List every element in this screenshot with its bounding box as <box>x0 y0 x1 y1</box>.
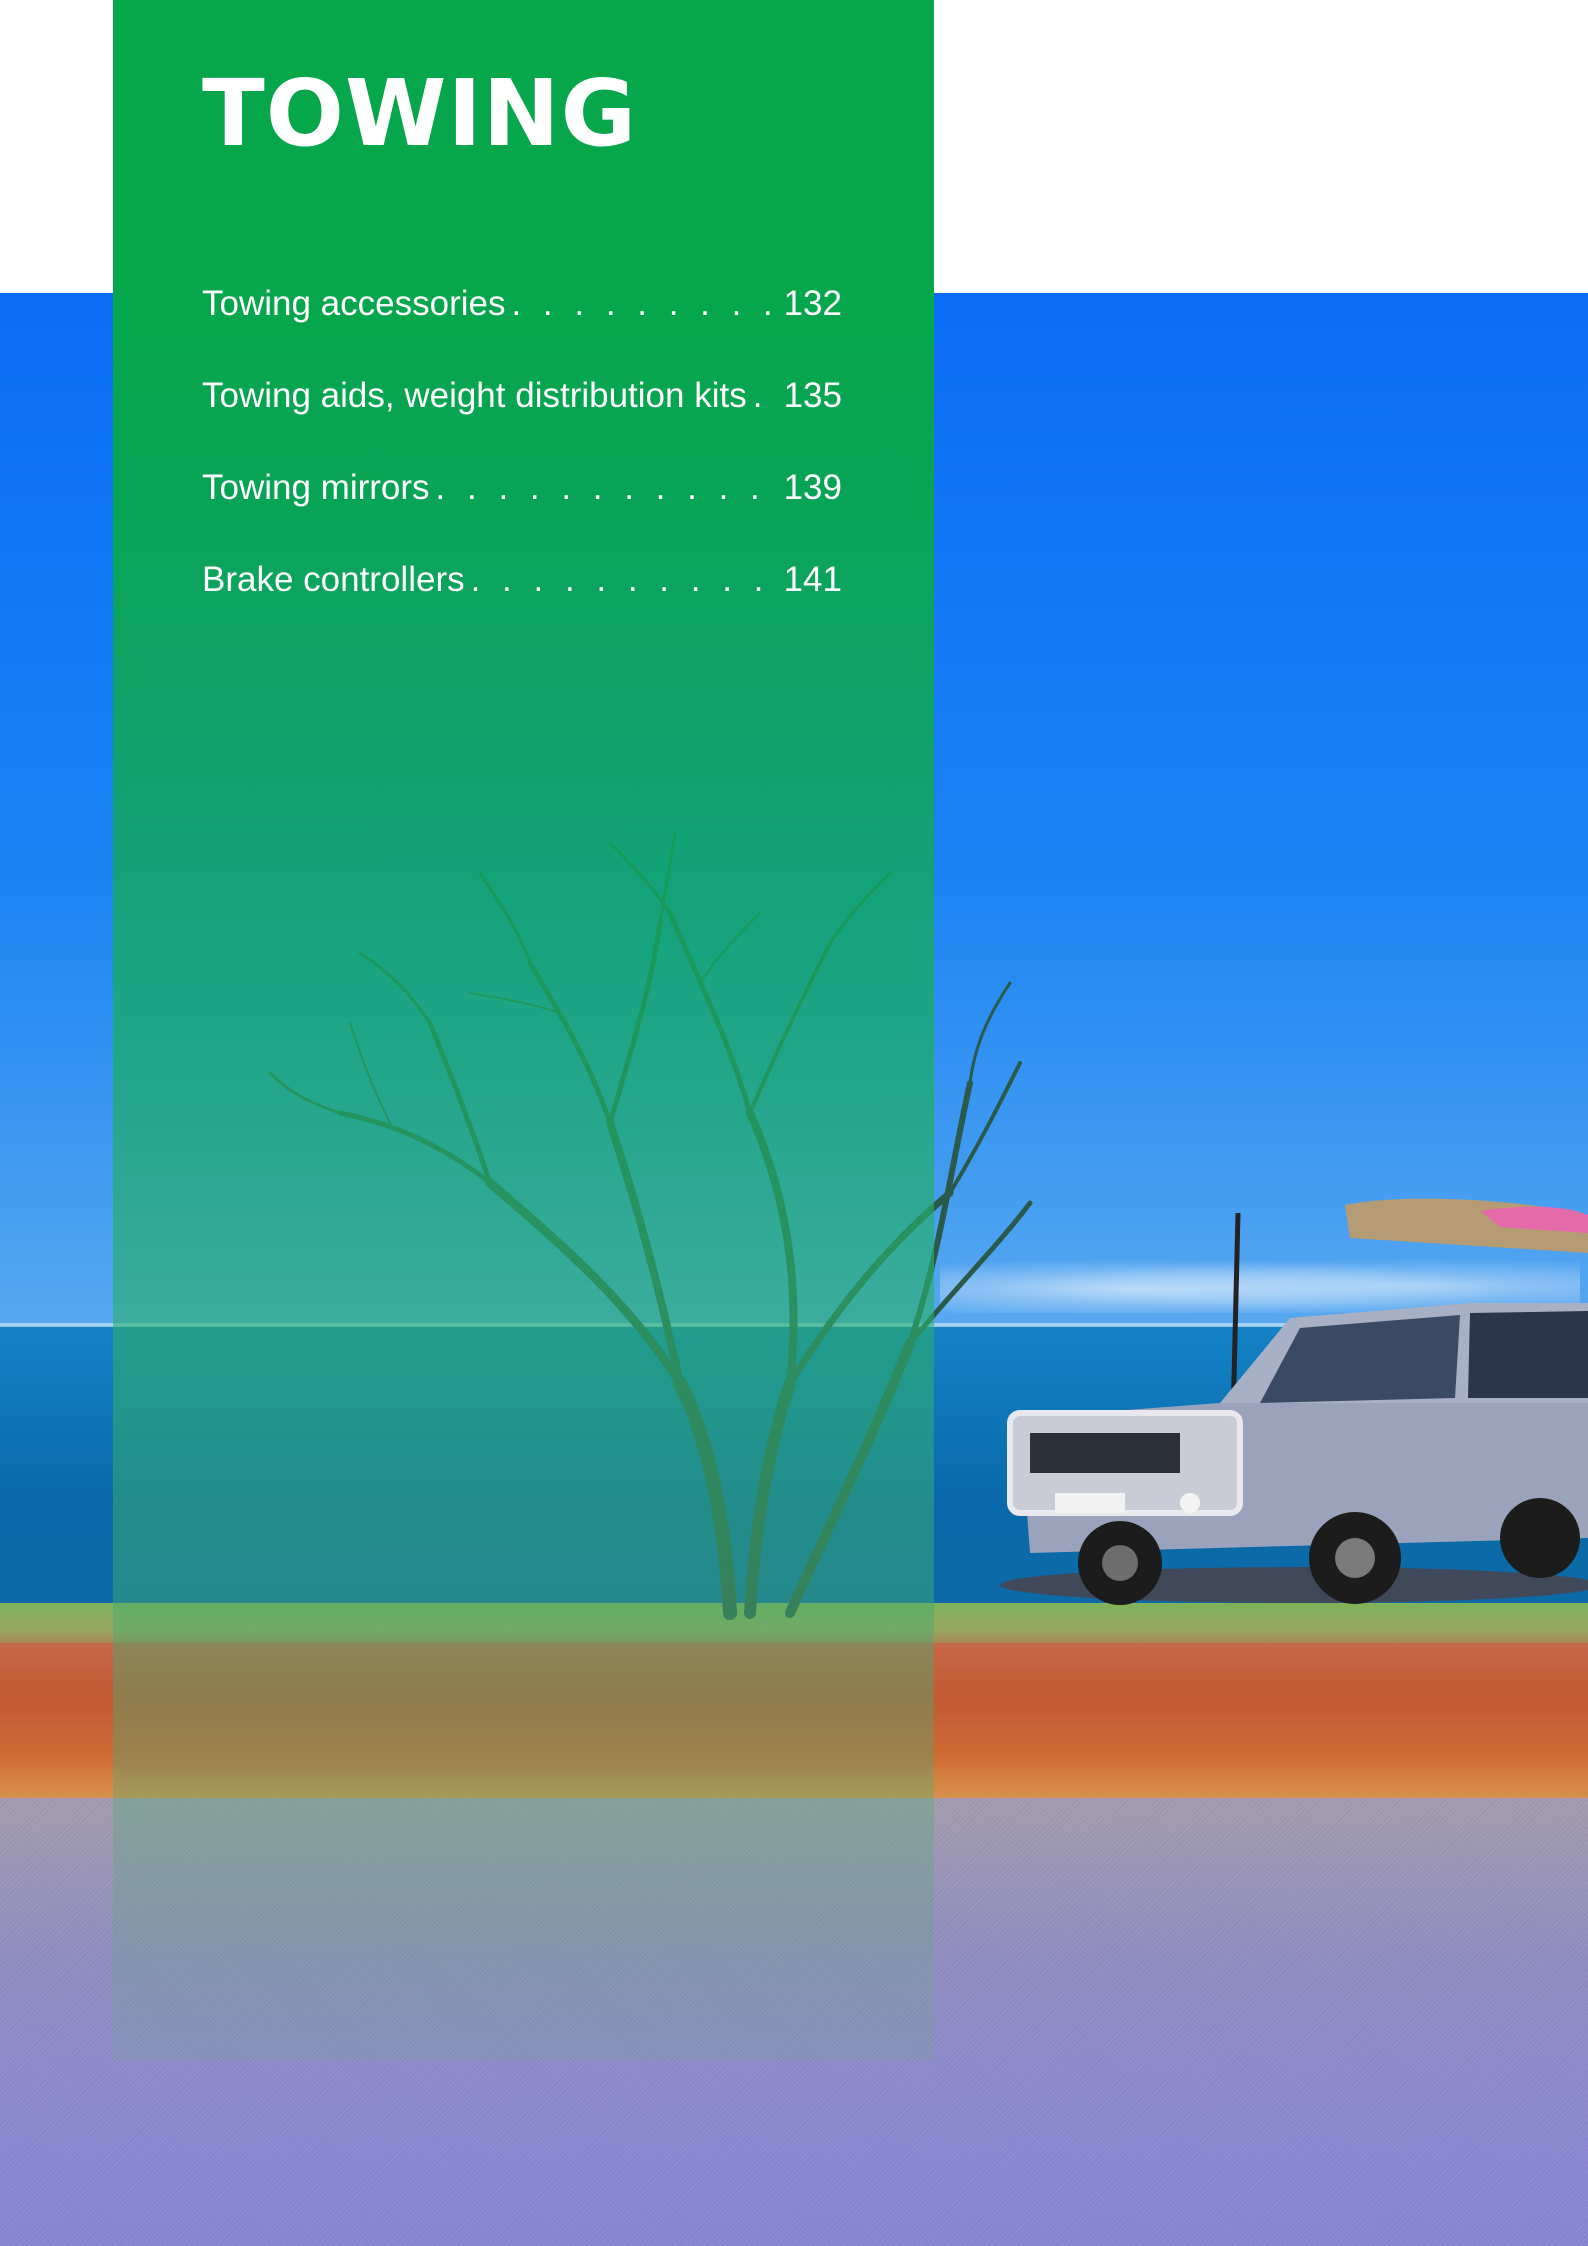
toc-item-label: Brake controllers <box>202 560 465 599</box>
section-title: TOWING <box>202 60 638 167</box>
car-icon <box>1000 1198 1588 1605</box>
toc-leader-dots <box>471 560 776 600</box>
toc-leader-dots <box>511 284 775 324</box>
toc-item-towing-mirrors[interactable]: Towing mirrors 139 <box>202 468 842 560</box>
toc-item-brake-controllers[interactable]: Brake controllers 141 <box>202 560 842 652</box>
toc-leader-dots <box>436 468 776 508</box>
toc-item-label: Towing accessories <box>202 284 506 323</box>
toc-item-towing-accessories[interactable]: Towing accessories 132 <box>202 284 842 376</box>
table-of-contents: Towing accessories 132 Towing aids, weig… <box>202 284 842 652</box>
toc-item-page: 139 <box>783 468 842 507</box>
toc-leader-dots <box>753 376 776 416</box>
toc-item-towing-aids[interactable]: Towing aids, weight distribution kits 13… <box>202 376 842 468</box>
toc-item-page: 141 <box>783 560 842 599</box>
toc-item-label: Towing mirrors <box>202 468 430 507</box>
toc-item-label: Towing aids, weight distribution kits <box>202 376 747 415</box>
toc-item-page: 132 <box>783 284 842 323</box>
toc-item-page: 135 <box>783 376 842 415</box>
